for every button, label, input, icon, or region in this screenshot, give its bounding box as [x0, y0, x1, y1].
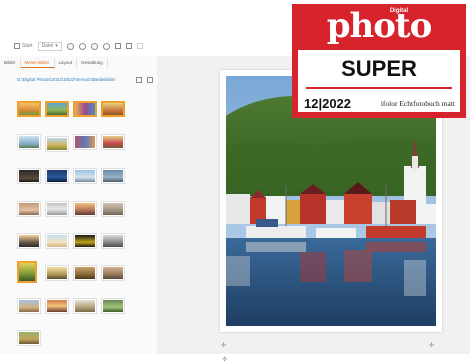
thumbnail[interactable]: [45, 168, 69, 184]
thumbnail[interactable]: [45, 201, 69, 217]
thumbnail[interactable]: [101, 201, 125, 217]
thumbnail[interactable]: [101, 298, 125, 314]
thumbnail[interactable]: [101, 265, 125, 281]
thumbnail[interactable]: [101, 233, 125, 249]
file-dropdown-label: Datei: [41, 42, 54, 49]
zoom-icon[interactable]: [102, 42, 110, 50]
start-button[interactable]: Start: [14, 43, 33, 49]
file-dropdown[interactable]: Datei ▾: [37, 41, 62, 51]
thumbnail[interactable]: [101, 134, 125, 150]
thumbnail[interactable]: [73, 298, 97, 314]
thumbnail[interactable]: [73, 265, 97, 281]
page-handle-right-icon[interactable]: ✣: [429, 342, 434, 349]
image-panel: Bilder Meine Bilder Layout Gestaltung D:…: [0, 56, 158, 354]
sort-icon[interactable]: [147, 77, 153, 83]
thumbnail[interactable]: [17, 298, 41, 314]
start-label: Start: [22, 43, 33, 49]
photobook-editor: Start Datei ▾ Bilder Meine Bilder Layout…: [0, 0, 470, 363]
info-icon[interactable]: [78, 42, 86, 50]
thumbnail[interactable]: [17, 201, 41, 217]
thumbnail[interactable]: [45, 101, 69, 117]
issue-number: 12|2022: [304, 96, 352, 111]
tab-my-images[interactable]: Meine Bilder: [20, 58, 55, 68]
product-name: ifolor Echtfotobuch matt: [380, 99, 455, 108]
thumbnail[interactable]: [17, 101, 41, 117]
thumbnail[interactable]: [17, 134, 41, 150]
award-badge: photo Digital SUPER 12|2022 ifolor Echtf…: [292, 4, 466, 118]
settings-icon[interactable]: [66, 42, 74, 50]
thumbnail[interactable]: [73, 101, 97, 117]
magazine-logo-digital: Digital: [389, 8, 409, 14]
toolbar: Start Datei ▾: [0, 38, 200, 54]
redo-icon[interactable]: [136, 43, 143, 49]
thumbnail[interactable]: [17, 233, 41, 249]
thumbnail[interactable]: [45, 136, 69, 152]
badge-footer: 12|2022 ifolor Echtfotobuch matt: [298, 94, 460, 112]
tab-layout[interactable]: Layout: [55, 58, 78, 68]
home-icon: [14, 43, 20, 49]
panel-tabs: Bilder Meine Bilder Layout Gestaltung: [0, 58, 108, 68]
folder-path-link[interactable]: D:\Digital Photos\2022\10\22\Versuch\Bei…: [17, 77, 116, 82]
thumbnail[interactable]: [73, 201, 97, 217]
thumbnail[interactable]: [73, 168, 97, 184]
thumbnail[interactable]: [73, 233, 97, 249]
thumbnail[interactable]: [45, 298, 69, 314]
rating-text: SUPER: [341, 56, 417, 81]
thumbnail[interactable]: [73, 134, 97, 150]
chevron-down-icon: ▾: [55, 42, 58, 49]
thumbnail[interactable]: [45, 233, 69, 249]
tab-design[interactable]: Gestaltung: [77, 58, 108, 68]
tab-images[interactable]: Bilder: [0, 58, 21, 68]
thumbnail[interactable]: [17, 330, 41, 346]
thumbnail[interactable]: [101, 101, 125, 117]
folder-path-row: D:\Digital Photos\2022\10\22\Versuch\Bei…: [0, 75, 157, 85]
rating-divider: [306, 87, 452, 89]
resize-handle-icon[interactable]: ✣: [222, 356, 227, 363]
thumbnail[interactable]: [45, 265, 69, 281]
rating-box: SUPER: [298, 50, 460, 94]
help-icon[interactable]: [90, 42, 98, 50]
undo-icon[interactable]: [125, 43, 132, 49]
preview-icon[interactable]: [114, 43, 121, 49]
folder-icon[interactable]: [136, 77, 142, 83]
thumbnail[interactable]: [17, 168, 41, 184]
page-handle-left-icon[interactable]: ✣: [221, 342, 226, 349]
thumbnail[interactable]: [101, 168, 125, 184]
thumbnail[interactable]: [17, 261, 37, 283]
